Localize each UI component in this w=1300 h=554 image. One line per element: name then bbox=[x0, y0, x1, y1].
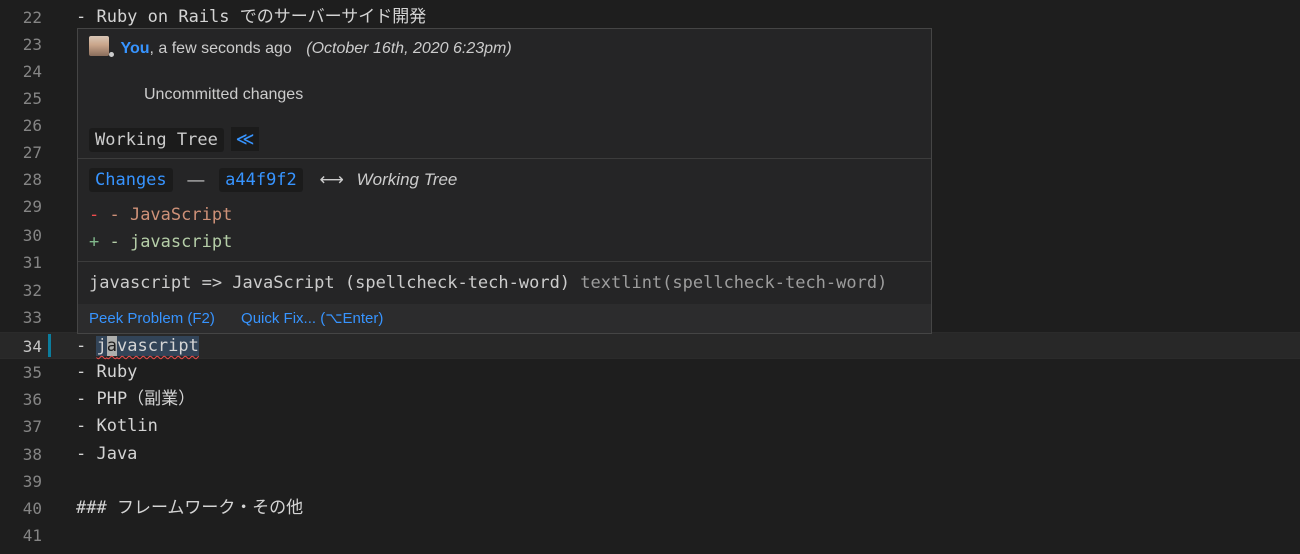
problem-message: javascript => JavaScript (spellcheck-tec… bbox=[89, 270, 887, 297]
compare-target: Working Tree bbox=[356, 170, 458, 189]
diff-added-line: + - javascript bbox=[89, 229, 232, 256]
line-number: 32 bbox=[22, 281, 42, 300]
changes-row: Changes — a44f9f2 ⟷ Working Tree bbox=[89, 168, 457, 192]
blame-author[interactable]: You bbox=[120, 40, 149, 57]
line-number: 30 bbox=[22, 226, 42, 245]
line-text: - Ruby on Rails でのサーバーサイド開発 bbox=[76, 7, 427, 27]
blame-relative-time: , a few seconds ago bbox=[149, 40, 292, 57]
line-number: 24 bbox=[22, 62, 42, 81]
hover-actions-bar: Peek Problem (F2) Quick Fix... (⌥Enter) bbox=[78, 304, 931, 333]
line-text: - PHP（副業） bbox=[76, 389, 196, 409]
git-modified-gutter-indicator[interactable] bbox=[48, 334, 51, 357]
quick-fix-link[interactable]: Quick Fix... (⌥Enter) bbox=[241, 310, 383, 327]
text-cursor: a bbox=[106, 336, 117, 356]
code-editor[interactable]: 22 - Ruby on Rails でのサーバーサイド開発 23 24 25 … bbox=[0, 0, 1300, 554]
line-number: 26 bbox=[22, 116, 42, 135]
avatar bbox=[89, 35, 114, 57]
word-part: j bbox=[96, 336, 107, 356]
line-number: 29 bbox=[22, 197, 42, 216]
line-text: - Ruby bbox=[76, 362, 138, 382]
line-number: 31 bbox=[22, 253, 42, 272]
blame-date: (October 16th, 2020 6:23pm) bbox=[306, 40, 512, 57]
line-number: 34 bbox=[22, 337, 42, 356]
word-part: vascript bbox=[116, 336, 199, 356]
line-number: 23 bbox=[22, 35, 42, 54]
line-number: 25 bbox=[22, 89, 42, 108]
diff-removed-marker: - bbox=[89, 205, 100, 225]
working-tree-row: Working Tree ≪ bbox=[89, 127, 260, 152]
diff-removed-text: - JavaScript bbox=[99, 205, 233, 225]
problem-source: textlint(spellcheck-tech-word) bbox=[580, 273, 888, 293]
line-text: - Kotlin bbox=[76, 416, 158, 436]
changes-link[interactable]: Changes bbox=[89, 168, 173, 192]
peek-problem-link[interactable]: Peek Problem (F2) bbox=[89, 310, 215, 327]
problem-text: javascript => JavaScript (spellcheck-tec… bbox=[89, 273, 581, 293]
commit-sha-link[interactable]: a44f9f2 bbox=[219, 168, 303, 192]
line-number: 39 bbox=[22, 472, 42, 491]
line-number: 40 bbox=[22, 499, 42, 518]
line-text: - javascript bbox=[76, 333, 199, 360]
line-number: 35 bbox=[22, 363, 42, 382]
line-number: 36 bbox=[22, 390, 42, 409]
editor-line[interactable]: 35 - Ruby bbox=[0, 359, 1300, 386]
dash-separator: — bbox=[187, 170, 205, 189]
working-tree-label: Working Tree bbox=[89, 128, 224, 152]
diff-added-marker: + bbox=[89, 232, 100, 252]
line-text: - Java bbox=[76, 444, 138, 464]
diff-added-text: - javascript bbox=[99, 232, 233, 252]
compare-arrow-icon: ⟷ bbox=[319, 170, 344, 189]
line-number: 37 bbox=[22, 417, 42, 436]
editor-line[interactable]: 40 ### フレームワーク・その他 bbox=[0, 495, 1300, 522]
line-number: 22 bbox=[22, 8, 42, 27]
diff-removed-line: - - JavaScript bbox=[89, 202, 232, 229]
line-number: 38 bbox=[22, 445, 42, 464]
editor-line[interactable]: 41 bbox=[0, 522, 1300, 549]
editor-line[interactable]: 22 - Ruby on Rails でのサーバーサイド開発 bbox=[0, 4, 1300, 31]
line-text: ### フレームワーク・その他 bbox=[76, 498, 304, 518]
editor-line-current[interactable]: 34 - javascript bbox=[0, 332, 1300, 359]
line-number: 27 bbox=[22, 143, 42, 162]
blame-header: You, a few seconds ago (October 16th, 20… bbox=[89, 35, 512, 63]
chevrons-left-icon[interactable]: ≪ bbox=[230, 127, 260, 151]
commit-message: Uncommitted changes bbox=[144, 86, 304, 103]
divider bbox=[78, 158, 931, 159]
list-marker: - bbox=[76, 336, 97, 356]
editor-line[interactable]: 37 - Kotlin bbox=[0, 413, 1300, 440]
line-number: 28 bbox=[22, 170, 42, 189]
editor-line[interactable]: 39 bbox=[0, 468, 1300, 495]
divider bbox=[78, 261, 931, 262]
hover-widget: You, a few seconds ago (October 16th, 20… bbox=[77, 28, 932, 334]
misspelled-word[interactable]: javascript bbox=[96, 336, 199, 356]
line-number: 41 bbox=[22, 526, 42, 545]
editor-line[interactable]: 38 - Java bbox=[0, 441, 1300, 468]
line-number: 33 bbox=[22, 308, 42, 327]
editor-line[interactable]: 36 - PHP（副業） bbox=[0, 386, 1300, 413]
